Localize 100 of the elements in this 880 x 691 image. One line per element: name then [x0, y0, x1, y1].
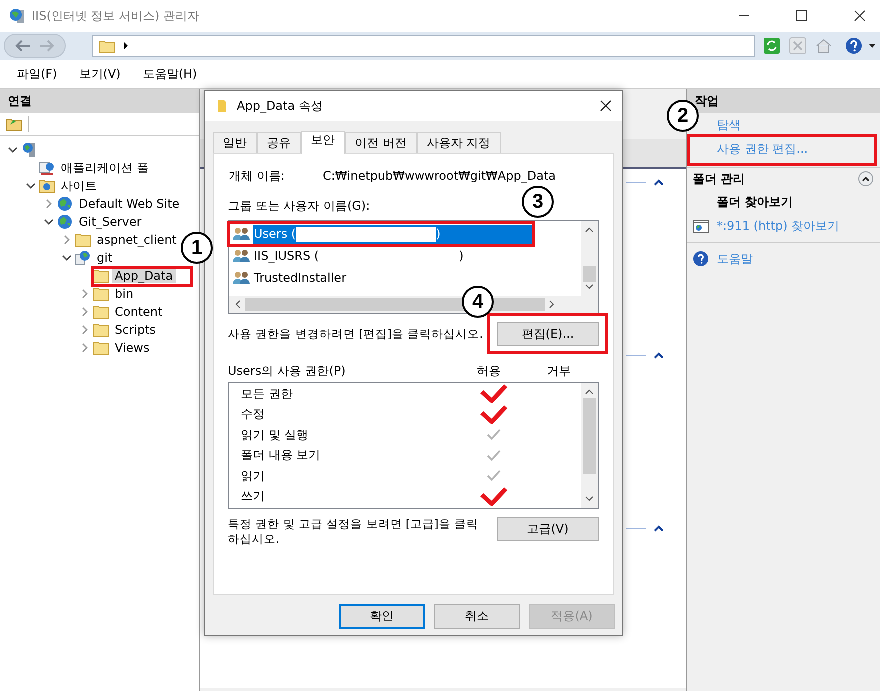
- folder-icon: [217, 99, 227, 113]
- collapse-button-icon[interactable]: [858, 171, 874, 187]
- tree-item[interactable]: bin: [112, 287, 137, 301]
- tree-item[interactable]: Default Web Site: [76, 197, 183, 211]
- collapse-chevron-icon[interactable]: [654, 179, 664, 186]
- app-pool-icon: [39, 160, 55, 176]
- chevron-down-icon[interactable]: [44, 218, 54, 226]
- chevron-down-icon[interactable]: [8, 146, 18, 154]
- tab[interactable]: 사용자 지정: [416, 132, 501, 153]
- scroll-up-icon[interactable]: [585, 227, 594, 233]
- menu-item[interactable]: 도움말(H): [142, 66, 198, 82]
- section-title: 폴더 관리: [693, 170, 746, 188]
- dialog-button[interactable]: 확인: [339, 604, 425, 629]
- browser-window-icon: [693, 220, 709, 232]
- action-heading: 폴더 찾아보기: [717, 194, 794, 210]
- dialog-title: App_Data 속성: [237, 98, 323, 114]
- vertical-scrollbar[interactable]: [581, 221, 598, 296]
- chevron-right-icon[interactable]: [62, 235, 72, 245]
- users-icon: [233, 227, 251, 241]
- permission-name: 폴더 내용 보기: [241, 447, 322, 464]
- tab[interactable]: 보안: [301, 131, 345, 154]
- step-number: 1: [181, 232, 213, 264]
- chevron-down-icon[interactable]: [26, 182, 36, 190]
- folder-icon: [93, 305, 109, 319]
- address-field[interactable]: [92, 35, 755, 57]
- tree-item[interactable]: 사이트: [58, 178, 100, 194]
- back-forward-buttons[interactable]: [4, 34, 66, 58]
- folder-icon: [93, 323, 109, 337]
- scroll-thumb[interactable]: [583, 398, 596, 474]
- vertical-scrollbar[interactable]: [581, 383, 598, 508]
- scroll-thumb[interactable]: [583, 266, 596, 282]
- folder-icon: [75, 233, 91, 247]
- chevron-right-icon[interactable]: [80, 307, 90, 317]
- tree-item[interactable]: App_Data: [112, 269, 176, 283]
- tree-item[interactable]: git: [94, 251, 116, 265]
- hint-text: 특정 권한 및 고급 설정을 보려면 [고급]을 클릭하십시오.: [228, 517, 480, 547]
- menu-item[interactable]: 파일(F): [17, 66, 58, 82]
- tree-item[interactable]: Content: [112, 305, 166, 319]
- folder-icon: [93, 287, 109, 301]
- chevron-right-icon[interactable]: [44, 199, 54, 209]
- globe-icon: [57, 214, 73, 230]
- permission-name: 읽기 및 실행: [241, 426, 310, 444]
- connect-icon[interactable]: [6, 117, 22, 131]
- globe-icon: [57, 196, 73, 212]
- user-entry[interactable]: Users ( ): [253, 224, 533, 244]
- caret-icon[interactable]: [123, 42, 129, 50]
- refresh-icon[interactable]: [763, 37, 781, 55]
- permission-name: 모든 권한: [241, 386, 294, 403]
- chevron-right-icon[interactable]: [80, 289, 90, 299]
- tab[interactable]: 일반: [213, 132, 257, 153]
- sites-folder-icon: [39, 178, 55, 194]
- menu-item[interactable]: 보기(V): [79, 66, 121, 82]
- pane-header: 연결: [0, 89, 199, 113]
- dialog-button[interactable]: 취소: [434, 604, 520, 629]
- permission-name: 읽기: [241, 468, 266, 485]
- horizontal-scrollbar[interactable]: [229, 296, 598, 313]
- chevron-down-icon[interactable]: [62, 254, 72, 262]
- application-icon: [75, 250, 91, 266]
- tree-item[interactable]: aspnet_client: [94, 233, 180, 247]
- column-header: 허용: [477, 362, 501, 380]
- tree-item[interactable]: Git_Server: [76, 215, 145, 229]
- collapse-chevron-icon[interactable]: [654, 352, 664, 359]
- folder-icon: [93, 341, 109, 355]
- scroll-up-icon[interactable]: [585, 389, 594, 395]
- collapse-chevron-icon[interactable]: [654, 525, 664, 532]
- tree-item[interactable]: 애플리케이션 풀: [58, 160, 152, 176]
- tree-item[interactable]: Views: [112, 341, 153, 355]
- close-icon[interactable]: [854, 10, 866, 22]
- edit-button[interactable]: 편집(E)...: [497, 322, 599, 346]
- field-label: 그룹 또는 사용자 이름(G):: [228, 198, 370, 215]
- scroll-right-icon[interactable]: [549, 300, 555, 309]
- hint-text: 사용 권한을 변경하려면 [편집]을 클릭하십시오.: [228, 326, 484, 342]
- scroll-down-icon[interactable]: [585, 284, 594, 290]
- field-label: 개체 이름:: [229, 168, 286, 184]
- close-icon[interactable]: [600, 100, 612, 112]
- permission-name: 수정: [241, 406, 266, 424]
- app-icon: [8, 7, 26, 25]
- permission-name: 쓰기: [241, 488, 266, 506]
- server-icon[interactable]: [21, 142, 37, 158]
- chevron-right-icon[interactable]: [80, 325, 90, 335]
- tab[interactable]: 이전 버전: [345, 132, 417, 153]
- dropdown-icon[interactable]: [869, 44, 876, 48]
- user-entry[interactable]: TrustedInstaller: [253, 268, 581, 288]
- scroll-down-icon[interactable]: [585, 496, 594, 502]
- users-icon: [233, 249, 251, 263]
- tree-item[interactable]: Scripts: [112, 323, 160, 337]
- window-title: IIS(인터넷 정보 서비스) 관리자: [32, 8, 200, 24]
- help-icon[interactable]: [845, 37, 863, 55]
- folder-icon: [93, 269, 109, 283]
- field-label: Users의 사용 권한(P): [228, 362, 346, 380]
- help-icon: [693, 251, 709, 267]
- scroll-left-icon[interactable]: [235, 300, 241, 309]
- column-header: 거부: [547, 362, 571, 380]
- user-entry[interactable]: IIS_IUSRS ( ): [253, 246, 581, 266]
- object-path: C:₩inetpub₩wwwroot₩git₩App_Data: [323, 169, 556, 183]
- users-icon: [233, 271, 251, 285]
- maximize-icon[interactable]: [796, 10, 808, 22]
- tab[interactable]: 공유: [257, 132, 301, 153]
- chevron-right-icon[interactable]: [80, 343, 90, 353]
- advanced-button[interactable]: 고급(V): [497, 517, 599, 541]
